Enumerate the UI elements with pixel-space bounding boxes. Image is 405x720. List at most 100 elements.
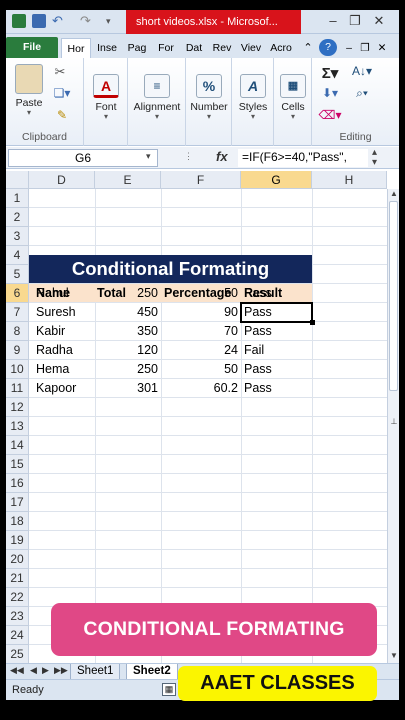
first-sheet-icon[interactable]: ◀◀ — [10, 665, 24, 676]
expand-formula-icon[interactable]: ▴ ▾ — [372, 148, 377, 168]
sort-filter-icon[interactable]: A↓▾ — [348, 64, 376, 78]
cell-result[interactable]: Pass — [244, 322, 310, 341]
column-header-g[interactable]: G — [241, 171, 312, 189]
autosum-icon[interactable]: Σ▾ — [318, 64, 342, 82]
tab-acrobat[interactable]: Acro — [267, 38, 295, 58]
row-header[interactable]: 5 — [6, 265, 29, 284]
split-handle-icon[interactable]: ⊥ — [389, 417, 399, 426]
row-header[interactable]: 1 — [6, 189, 29, 208]
cell-percentage[interactable]: 24 — [161, 341, 240, 360]
help-icon[interactable]: ? — [319, 39, 337, 56]
column-header-f[interactable]: F — [161, 171, 241, 189]
row-header[interactable]: 11 — [6, 379, 29, 398]
row-header[interactable]: 21 — [6, 569, 29, 588]
maximize-icon[interactable]: ❐ — [346, 12, 364, 30]
cell-total[interactable]: 120 — [95, 341, 160, 360]
customize-toolbar-icon[interactable]: ▾ — [106, 14, 120, 28]
tab-file[interactable]: File — [6, 37, 58, 58]
cell-total[interactable]: 350 — [95, 322, 160, 341]
row-header[interactable]: 18 — [6, 512, 29, 531]
row-header[interactable]: 6 — [6, 284, 29, 303]
cell-result[interactable]: Pass — [244, 360, 310, 379]
cut-icon[interactable]: ✂ — [50, 64, 70, 80]
find-select-icon[interactable]: ⌕▾ — [348, 86, 376, 101]
row-header[interactable]: 15 — [6, 455, 29, 474]
cell-total[interactable]: 250 — [95, 284, 160, 303]
row-header[interactable]: 13 — [6, 417, 29, 436]
save-icon[interactable] — [32, 14, 46, 28]
paste-button[interactable]: Paste ▾ — [12, 64, 46, 117]
format-painter-icon[interactable]: ✎ — [50, 108, 74, 122]
row-header[interactable]: 24 — [6, 626, 29, 645]
row-header[interactable]: 17 — [6, 493, 29, 512]
normal-view-icon[interactable]: ▦ — [162, 683, 176, 696]
column-header-d[interactable]: D — [29, 171, 95, 189]
row-header[interactable]: 22 — [6, 588, 29, 607]
tab-review[interactable]: Rev — [209, 38, 235, 58]
tab-home[interactable]: Hor — [61, 38, 91, 58]
last-sheet-icon[interactable]: ▶▶ — [54, 665, 68, 676]
next-sheet-icon[interactable]: ▶ — [42, 665, 49, 676]
column-header-h[interactable]: H — [312, 171, 387, 189]
font-button[interactable]: A Font ▾ — [88, 74, 124, 121]
name-box[interactable]: G6 — [8, 149, 158, 167]
cell-total[interactable]: 301 — [95, 379, 160, 398]
sheet-tab-sheet1[interactable]: Sheet1 — [70, 664, 121, 680]
row-header[interactable]: 3 — [6, 227, 29, 246]
cell-total[interactable]: 250 — [95, 360, 160, 379]
cell-percentage[interactable]: 50 — [161, 360, 240, 379]
cell-percentage[interactable]: 90 — [161, 303, 240, 322]
chevron-down-icon[interactable]: ▾ — [146, 151, 151, 162]
tab-page-layout[interactable]: Pag — [123, 38, 151, 58]
vertical-scrollbar[interactable]: ▲ ⊥ ▼ — [387, 189, 399, 663]
scrollbar-thumb[interactable] — [389, 201, 398, 391]
cell-result[interactable]: Fail — [244, 341, 310, 360]
row-header[interactable]: 14 — [6, 436, 29, 455]
active-cell-selection[interactable] — [240, 302, 313, 323]
cell-result[interactable]: Pass — [244, 379, 310, 398]
row-header[interactable]: 20 — [6, 550, 29, 569]
redo-icon[interactable]: ↷ — [80, 14, 94, 28]
ribbon-restore-icon[interactable]: ❐ — [358, 38, 372, 58]
clear-icon[interactable]: ⌫▾ — [318, 108, 342, 122]
ribbon-minimize-icon[interactable]: – — [342, 38, 356, 58]
cell-name[interactable]: Kabir — [36, 322, 94, 341]
worksheet-grid[interactable]: D E F G H 1 2 3 4 5 6 7 8 9 10 11 12 13 14 15 16 17 18 19 2… — [6, 171, 399, 663]
row-header[interactable]: 25 — [6, 645, 29, 663]
cell-result[interactable]: Pass — [244, 284, 310, 303]
cell-total[interactable]: 450 — [95, 303, 160, 322]
tab-insert[interactable]: Inse — [93, 38, 121, 58]
cells-button[interactable]: ▦ Cells ▾ — [276, 74, 310, 121]
cell-name[interactable]: Suresh — [36, 303, 94, 322]
number-button[interactable]: % Number ▾ — [188, 74, 230, 121]
prev-sheet-icon[interactable]: ◀ — [30, 665, 37, 676]
title-banner[interactable]: Conditional Formating — [29, 255, 312, 283]
row-header[interactable]: 4 — [6, 246, 29, 265]
cell-name[interactable]: Radha — [36, 341, 94, 360]
scroll-up-icon[interactable]: ▲ — [389, 189, 399, 199]
styles-button[interactable]: A Styles ▾ — [234, 74, 272, 121]
cell-name[interactable]: Hema — [36, 360, 94, 379]
fill-icon[interactable]: ⬇▾ — [318, 86, 342, 100]
row-header[interactable]: 7 — [6, 303, 29, 322]
undo-icon[interactable]: ↶ — [52, 14, 66, 28]
minimize-ribbon-icon[interactable]: ⌃ — [300, 38, 316, 58]
row-header[interactable]: 9 — [6, 341, 29, 360]
row-header[interactable]: 2 — [6, 208, 29, 227]
ribbon-close-icon[interactable]: ✕ — [375, 38, 389, 58]
row-header[interactable]: 10 — [6, 360, 29, 379]
column-header-e[interactable]: E — [95, 171, 161, 189]
cell-percentage[interactable]: 60.2 — [161, 379, 240, 398]
minimize-icon[interactable]: – — [324, 12, 342, 30]
close-icon[interactable]: ✕ — [370, 12, 388, 30]
formula-input[interactable]: =IF(F6>=40,"Pass", — [238, 149, 368, 167]
cell-name[interactable]: Rahul — [36, 284, 94, 303]
row-header[interactable]: 19 — [6, 531, 29, 550]
insert-function-button[interactable]: fx — [216, 149, 228, 164]
select-all-corner[interactable] — [6, 171, 29, 189]
row-header[interactable]: 12 — [6, 398, 29, 417]
tab-formulas[interactable]: For — [153, 38, 179, 58]
tab-data[interactable]: Dat — [181, 38, 207, 58]
row-header[interactable]: 16 — [6, 474, 29, 493]
row-header[interactable]: 23 — [6, 607, 29, 626]
